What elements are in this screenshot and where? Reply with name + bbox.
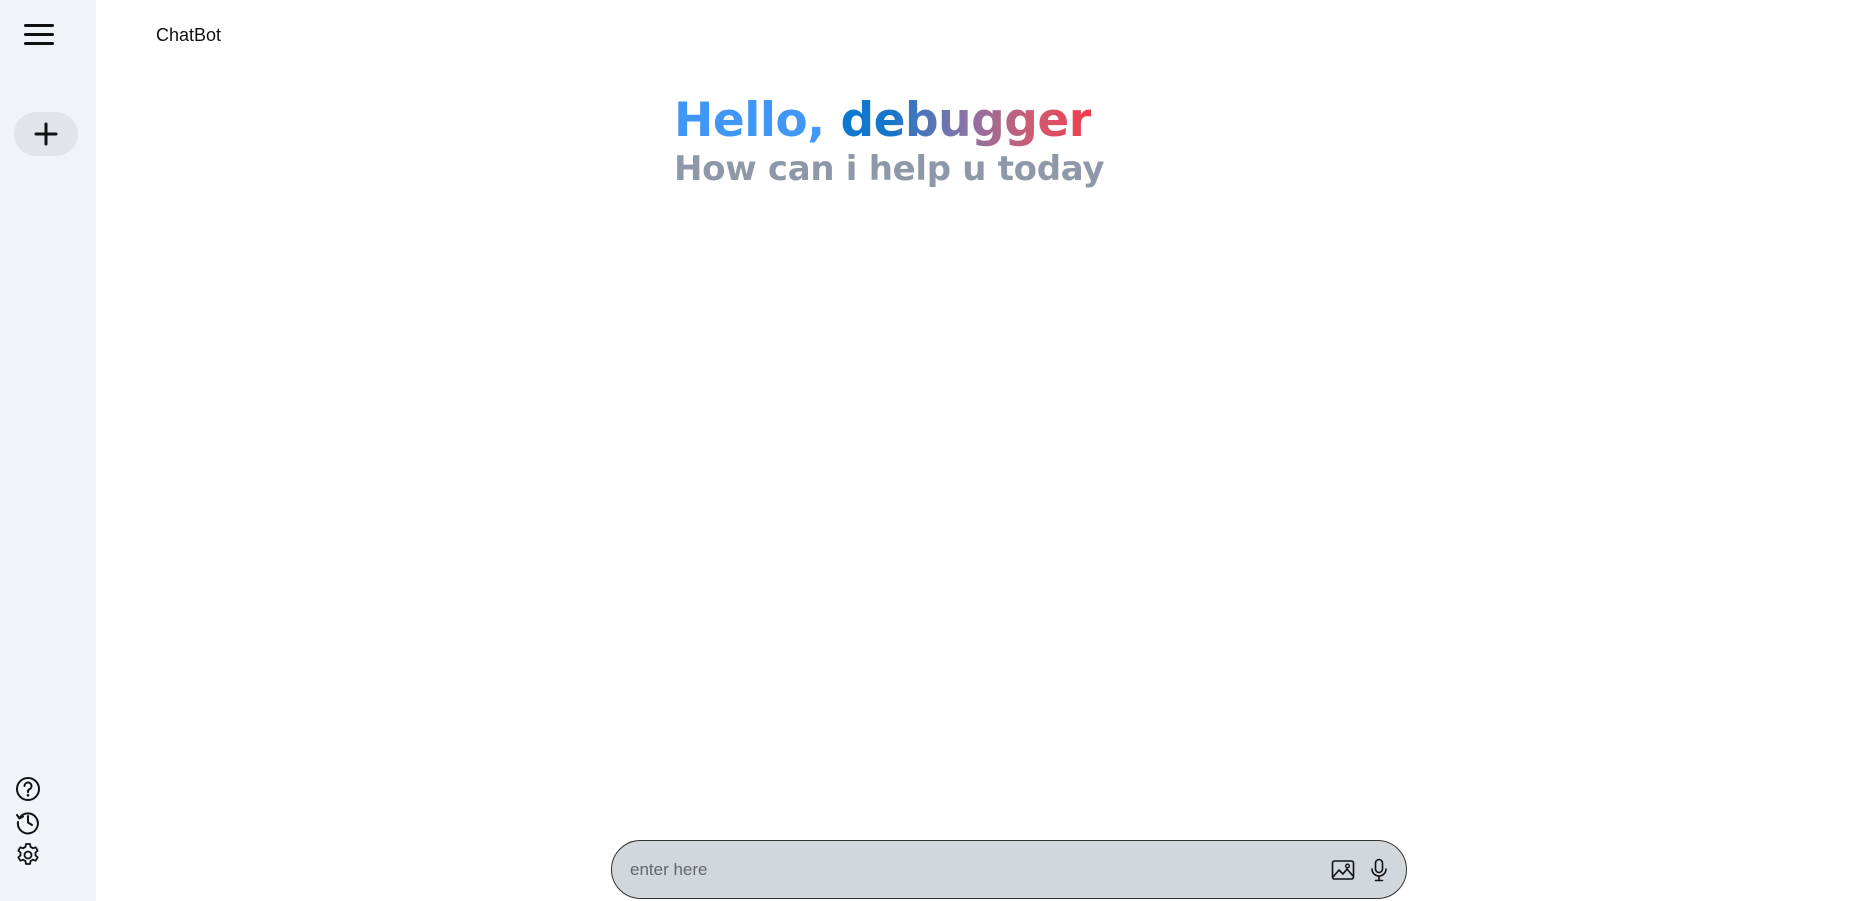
sidebar	[0, 0, 96, 901]
history-clock-icon	[16, 811, 39, 834]
help-button[interactable]	[14, 775, 42, 802]
gear-icon	[17, 842, 39, 865]
main-content: ChatBot Hello, debugger How can i help u…	[96, 0, 1863, 901]
image-upload-button[interactable]	[1330, 857, 1356, 883]
app-root: ChatBot Hello, debugger How can i help u…	[0, 0, 1863, 901]
greeting-heading: Hello, debugger	[674, 93, 1104, 149]
microphone-icon	[1371, 858, 1387, 881]
new-chat-button[interactable]	[14, 112, 78, 156]
greeting: Hello, debugger How can i help u today	[674, 93, 1105, 189]
image-icon	[1331, 859, 1355, 880]
question-circle-icon	[16, 776, 40, 801]
sidebar-bottom-icons	[14, 775, 42, 868]
settings-button[interactable]	[14, 841, 42, 868]
hamburger-menu-icon[interactable]	[24, 24, 54, 50]
prompt-input[interactable]	[612, 858, 1330, 881]
greeting-username: debugger	[840, 93, 1092, 148]
plus-icon	[34, 122, 58, 146]
microphone-button[interactable]	[1366, 857, 1392, 883]
history-button[interactable]	[14, 808, 42, 835]
prompt-input-bar	[611, 840, 1407, 899]
greeting-subtitle: How can i help u today	[674, 149, 1105, 189]
app-title: ChatBot	[156, 25, 222, 45]
input-actions	[1330, 857, 1406, 883]
greeting-hello: Hello,	[674, 93, 841, 148]
